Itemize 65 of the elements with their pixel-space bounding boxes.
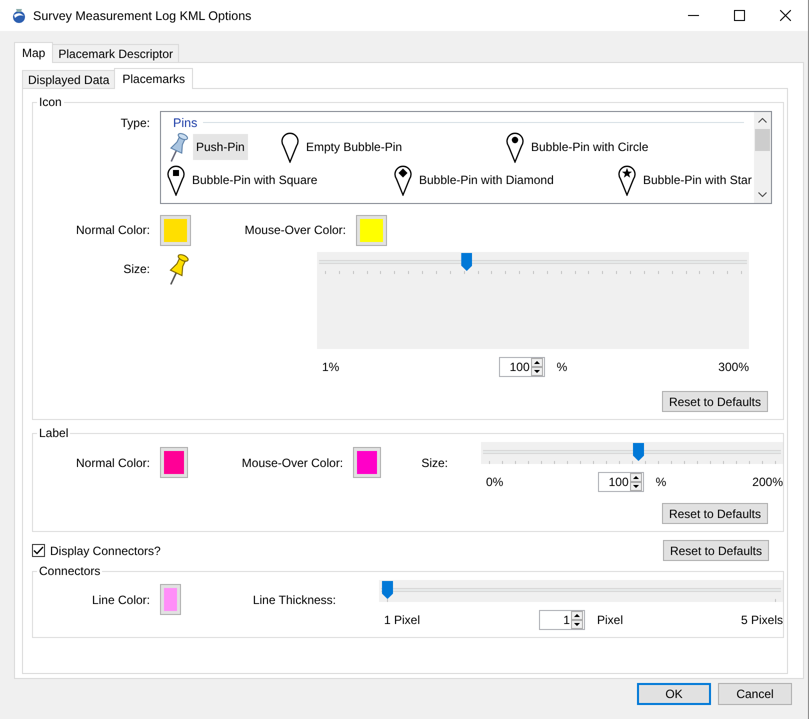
line-thickness-label: Line Thickness: <box>252 593 336 607</box>
app-icon <box>12 8 26 24</box>
scroll-down-icon <box>758 192 767 197</box>
number-spinner[interactable]: 1 <box>538 610 585 630</box>
pin-option[interactable]: Bubble-Pin with Square <box>189 166 320 192</box>
tab[interactable]: Displayed Data <box>22 70 116 88</box>
max-label: 300% <box>717 360 749 374</box>
color-swatch[interactable] <box>160 584 181 615</box>
color-label: Normal Color: <box>74 223 150 237</box>
min-label: 0% <box>485 475 504 489</box>
max-label: 200% <box>751 475 783 489</box>
color-label: Mouse-Over Color: <box>240 456 344 470</box>
slider[interactable] <box>483 443 781 461</box>
max-label: 5 Pixels <box>740 613 783 627</box>
color-swatch[interactable] <box>160 447 188 478</box>
window-title: Survey Measurement Log KML Options <box>33 8 252 22</box>
pin-option[interactable]: Push-Pin <box>193 134 248 160</box>
group-title: Label <box>38 426 70 440</box>
number-spinner[interactable]: 100 <box>498 357 545 377</box>
size-label: Size: <box>122 262 150 276</box>
tab[interactable]: Map <box>14 42 54 63</box>
scrollbar[interactable] <box>754 112 771 203</box>
color-swatch[interactable] <box>160 215 191 246</box>
color-label: Mouse-Over Color: <box>244 223 346 237</box>
pin-option[interactable]: Empty Bubble-Pin <box>303 134 406 160</box>
bubble-pin-icon <box>280 130 300 162</box>
bubble-pin-star-icon <box>617 164 637 196</box>
type-label: Type: <box>120 116 150 130</box>
pin-option[interactable]: Bubble-Pin with Star <box>640 166 754 192</box>
slider[interactable] <box>381 581 781 599</box>
slider-thumb[interactable] <box>461 253 472 271</box>
pin-option[interactable]: Bubble-Pin with Circle <box>528 134 652 160</box>
maximize-icon <box>734 10 744 21</box>
group-title: Icon <box>38 95 63 109</box>
pin-option[interactable]: Bubble-Pin with Diamond <box>416 166 557 192</box>
tab[interactable]: Placemarks <box>114 68 194 89</box>
reset-button[interactable]: Reset to Defaults <box>662 540 769 561</box>
close-icon <box>780 10 790 21</box>
unit-label: % <box>656 475 666 489</box>
color-label: Normal Color: <box>74 456 150 470</box>
dialog-button[interactable]: Cancel <box>718 683 792 705</box>
checkbox[interactable] <box>32 544 45 557</box>
bubble-pin-diamond-icon <box>393 164 413 196</box>
unit-label: Pixel <box>596 613 623 627</box>
list-group-header: Pins <box>173 116 198 130</box>
tab[interactable]: Placemark Descriptor <box>52 44 180 62</box>
slider[interactable] <box>319 253 747 271</box>
dialog-button[interactable]: OK <box>637 683 711 705</box>
min-label: 1 Pixel <box>383 613 422 627</box>
min-label: 1% <box>321 360 340 374</box>
unit-label: % <box>556 360 568 374</box>
color-swatch[interactable] <box>356 215 387 246</box>
minimize-icon <box>688 15 698 16</box>
checkbox-label[interactable]: Display Connectors? <box>50 544 161 558</box>
number-spinner[interactable]: 100 <box>598 472 644 492</box>
color-label: Line Color: <box>90 593 150 607</box>
reset-button[interactable]: Reset to Defaults <box>662 391 768 412</box>
group-title: Connectors <box>38 564 102 578</box>
slider-thumb[interactable] <box>633 443 644 461</box>
slider-thumb[interactable] <box>382 581 393 599</box>
scroll-thumb[interactable] <box>755 129 770 151</box>
color-swatch[interactable] <box>353 447 382 478</box>
size-label: Size: <box>421 456 448 470</box>
scroll-up-icon <box>758 118 767 123</box>
reset-button[interactable]: Reset to Defaults <box>662 503 768 524</box>
